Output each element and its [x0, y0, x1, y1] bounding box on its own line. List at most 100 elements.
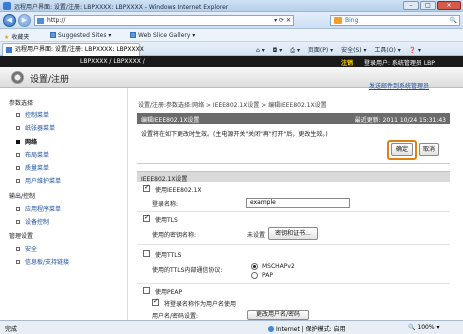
zoom-level[interactable]: 🔍 100% ▾ [408, 324, 439, 331]
section-header: IEEE802.1X设置 [137, 171, 450, 183]
breadcrumb: 设置/注册:参数选择:网络 > IEEE802.1X设置 > 编辑IEEE802… [138, 102, 327, 109]
back-icon[interactable]: ◀ [3, 14, 16, 27]
web-slice-link[interactable]: Web Slice Gallery ▾ [130, 32, 195, 39]
sidebar-section-management: 管理设置 [9, 233, 34, 240]
login-name-label: 登录名称: [152, 201, 179, 208]
app-topbar: LBPXXXX / LBPXXXX / 注销 登录用户: 系统管理员 LBP [0, 56, 463, 67]
bullet-icon [16, 140, 20, 144]
page-icon [6, 47, 12, 53]
use-login-as-user-label: 将登录名称作为用户名使用 [164, 301, 237, 308]
app-header: 设置/注册 发送邮件到系统管理员 [0, 67, 463, 90]
username-password-label: 用户名/密码设置: [152, 313, 199, 320]
refresh-icon[interactable]: ▾ ⟳ ✕ [274, 16, 291, 25]
mschapv2-radio[interactable] [251, 263, 258, 270]
suggested-sites-link[interactable]: Suggested Sites ▾ [50, 32, 111, 39]
ttls-protocol-label: 使用的TTLS内部通信协议: [152, 267, 223, 274]
sidebar-item-device-control[interactable]: 设备控制 [16, 217, 49, 226]
sidebar-item-support-links[interactable]: 信息板/支持链接 [16, 257, 69, 266]
use-peap-checkbox[interactable] [143, 287, 150, 294]
bullet-icon [16, 179, 20, 183]
command-bar: ⌂ ▾ ◘ ▾ ⎙ ▾ 页面(P) ▾ 安全(S) ▾ 工具(O) ▾ ❓ ▾ [256, 45, 427, 55]
use-ttls-label: 使用TTLS [155, 252, 182, 259]
use-login-as-user-checkbox[interactable] [152, 297, 159, 306]
ok-button[interactable]: 确定 [391, 143, 413, 156]
site-icon [130, 32, 136, 38]
row-divider [137, 211, 450, 212]
address-input[interactable]: http:// ▾ ⟳ ✕ [34, 15, 294, 26]
bing-icon [334, 17, 342, 24]
sidebar-item-layout[interactable]: 布局菜单 [16, 150, 49, 159]
sidebar: 参数选择 控制菜单 纸张器菜单 网络 布局菜单 质量菜单 用户维护菜单 输出/控… [0, 88, 128, 320]
login-user: 登录用户: 系统管理员 LBP [364, 60, 435, 67]
tls-key-label: 使用的密钥名称: [152, 232, 197, 239]
tools-menu[interactable]: 工具(O) ▾ [374, 47, 400, 54]
search-input[interactable]: Bing 🔍 [330, 15, 460, 26]
bullet-icon [16, 166, 20, 170]
sidebar-section-output: 输出/控制 [9, 193, 36, 200]
tls-key-value: 未设置 [247, 232, 266, 239]
minimize-button[interactable]: – [403, 1, 419, 10]
close-button[interactable]: ✕ [437, 1, 461, 10]
sidebar-item-network[interactable]: 网络 [16, 137, 37, 146]
address-bar-row: ◀ ▶ http:// ▾ ⟳ ✕ Bing 🔍 [0, 12, 463, 29]
sidebar-section-preferences: 参数选择 [9, 100, 34, 107]
section-title: IEEE802.1X设置 [141, 176, 188, 183]
maximize-button[interactable]: □ [420, 1, 436, 10]
print-icon[interactable]: ⎙ ▾ [290, 47, 300, 54]
sidebar-item-control[interactable]: 控制菜单 [16, 110, 49, 119]
last-updated: 最近更新: 2011 10/24 15:31:43 [354, 117, 446, 124]
bullet-icon [16, 220, 20, 224]
use-ieee8021x-checkbox[interactable] [143, 183, 150, 192]
search-icon[interactable]: 🔍 [450, 16, 457, 25]
bullet-icon [16, 113, 20, 117]
page-icon [37, 18, 44, 24]
panel-header: 编辑IEEE802.1X设置 最近更新: 2011 10/24 15:31:43 [137, 113, 450, 124]
bullet-icon [16, 260, 20, 264]
apply-message: 设置将在如下更改时生效。(主电源开关"关闭"再"打开"后，更改生效。) [141, 131, 328, 138]
help-menu[interactable]: ❓ ▾ [409, 47, 421, 54]
divider [137, 163, 450, 164]
change-username-password-button[interactable]: 更改用户名/密码 [247, 310, 309, 320]
feeds-icon[interactable]: ◘ ▾ [273, 47, 283, 54]
use-ieee8021x-label: 使用IEEE802.1X [155, 187, 202, 194]
page-menu[interactable]: 页面(P) ▾ [308, 47, 333, 54]
bullet-icon [16, 153, 20, 157]
sidebar-item-security[interactable]: 安全 [16, 244, 37, 253]
window-titlebar: 远程用户界面: 设置/注册: LBPXXXX: LBPXXXX - Window… [0, 0, 463, 12]
cancel-button[interactable]: 取消 [419, 143, 439, 156]
window-title: 远程用户界面: 设置/注册: LBPXXXX: LBPXXXX - Window… [14, 4, 229, 11]
use-peap-label: 使用PEAP [155, 289, 183, 296]
logout-link[interactable]: 注销 [341, 58, 353, 67]
globe-icon [268, 326, 274, 332]
sidebar-item-user-maintenance[interactable]: 用户维护菜单 [16, 176, 61, 185]
device-model: LBPXXXX / LBPXXXX / [80, 58, 145, 65]
panel-title: 编辑IEEE802.1X设置 [141, 117, 200, 124]
use-tls-checkbox[interactable] [143, 213, 150, 222]
sidebar-item-paper[interactable]: 纸张器菜单 [16, 123, 55, 132]
pap-radio[interactable] [251, 272, 258, 279]
favorites-button[interactable]: ★ 收藏夹 [4, 32, 29, 41]
mail-admin-link[interactable]: 发送邮件到系统管理员 [369, 81, 429, 90]
star-icon: ★ [4, 34, 10, 41]
use-ttls-checkbox[interactable] [143, 250, 150, 257]
favorites-bar: ★ 收藏夹 Suggested Sites ▾ Web Slice Galler… [0, 29, 463, 42]
sidebar-item-quality[interactable]: 质量菜单 [16, 163, 49, 172]
row-divider [137, 283, 450, 284]
row-divider [137, 244, 450, 245]
safety-menu[interactable]: 安全(S) ▾ [341, 47, 366, 54]
sidebar-item-applications[interactable]: 应用程序菜单 [16, 204, 61, 213]
ie-icon [3, 2, 11, 10]
login-name-input[interactable]: example [246, 198, 350, 208]
mschapv2-label: MSCHAPv2 [262, 263, 295, 270]
tab-remote-ui[interactable]: 远程用户界面: 设置/注册: LBPXXXX: LBPXXXX [2, 43, 144, 56]
status-bar: 完成 Internet | 保护模式: 启用 🔍 100% ▾ [0, 320, 463, 334]
security-zone: Internet | 保护模式: 启用 [268, 324, 346, 333]
pap-label: PAP [262, 272, 273, 279]
status-text: 完成 [5, 326, 18, 333]
settings-icon [11, 71, 24, 84]
key-cert-button[interactable]: 密钥和证书... [268, 227, 318, 240]
bullet-icon [16, 126, 20, 130]
forward-icon[interactable]: ▶ [18, 14, 31, 27]
home-icon[interactable]: ⌂ ▾ [256, 47, 265, 54]
use-tls-label: 使用TLS [155, 217, 178, 224]
